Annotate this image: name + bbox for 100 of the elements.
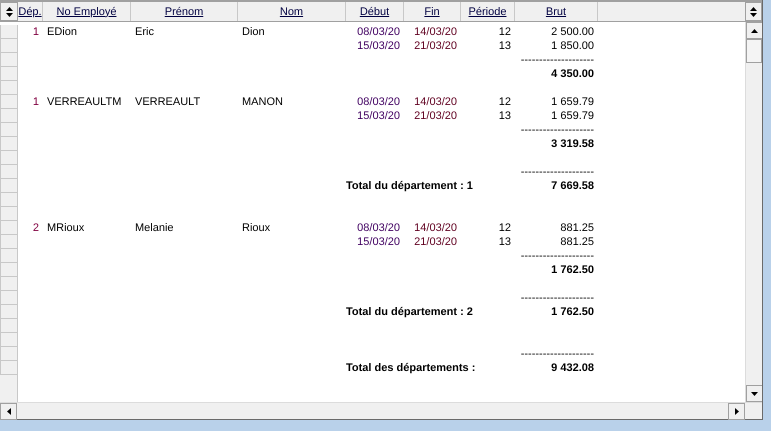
start-date-cell-text: 08/03/20 (356, 26, 401, 38)
horizontal-scrollbar[interactable] (0, 402, 762, 419)
row-header[interactable] (0, 95, 18, 109)
separator-dashes: -------------------- (520, 250, 595, 262)
separator-dashes: -------------------- (520, 292, 595, 304)
row-header[interactable] (0, 347, 18, 361)
row-header[interactable] (0, 319, 18, 333)
period-cell-text: 12 (498, 26, 512, 38)
first-name-cell-text: Eric (134, 26, 155, 38)
column-header[interactable]: Période (461, 2, 515, 21)
row-header[interactable] (0, 193, 18, 207)
up-arrow-icon (750, 6, 757, 10)
separator-dashes: -------------------- (520, 124, 595, 136)
up-arrow-icon (6, 6, 12, 10)
period-cell-text: 12 (498, 222, 512, 234)
gross-cell-text: 2 500.00 (550, 26, 595, 38)
last-name-cell-text: MANON (241, 96, 284, 108)
row-header[interactable] (0, 305, 18, 319)
column-header[interactable]: Nom (238, 2, 346, 21)
end-date-cell-text: 14/03/20 (413, 26, 458, 38)
start-date-cell-text: 15/03/20 (356, 110, 401, 122)
up-arrow-icon (751, 28, 758, 32)
row-header[interactable] (0, 277, 18, 291)
gross-cell-text: 881.25 (559, 236, 595, 248)
row-header[interactable] (0, 249, 18, 263)
column-header[interactable]: Fin (404, 2, 461, 21)
separator-dashes: -------------------- (520, 54, 595, 66)
row-header[interactable] (0, 109, 18, 123)
department-cell-text: 1 (32, 96, 40, 108)
row-header[interactable] (0, 221, 18, 235)
row-header[interactable] (0, 137, 18, 151)
separator-dashes: -------------------- (520, 348, 595, 360)
sort-button[interactable] (745, 2, 762, 21)
department-cell-text: 1 (32, 26, 40, 38)
period-cell-text: 12 (498, 96, 512, 108)
last-name-cell-text: Dion (241, 26, 266, 38)
row-header[interactable] (0, 67, 18, 81)
start-date-cell-text: 15/03/20 (356, 40, 401, 52)
total-label: Total du département : 2 (346, 306, 474, 318)
down-arrow-icon (750, 12, 757, 16)
sort-button[interactable] (0, 2, 18, 21)
gross-cell-text: 881.25 (559, 222, 595, 234)
row-header[interactable] (0, 235, 18, 249)
vertical-scrollbar[interactable] (745, 22, 762, 402)
department-cell-text: 2 (32, 222, 40, 234)
period-cell-text: 13 (498, 40, 512, 52)
scroll-down-button[interactable] (746, 385, 762, 402)
start-date-cell-text: 08/03/20 (356, 96, 401, 108)
employee-no-cell-text: VERREAULTM (46, 96, 122, 108)
period-cell-text: 13 (498, 110, 512, 122)
scroll-left-button[interactable] (0, 403, 17, 420)
total-label: Total des départements : (346, 362, 476, 374)
row-header[interactable] (0, 151, 18, 165)
down-arrow-icon (6, 12, 12, 16)
start-date-cell-text: 08/03/20 (356, 222, 401, 234)
column-header[interactable]: Prénom (131, 2, 238, 21)
row-header[interactable] (0, 123, 18, 137)
row-header[interactable] (0, 207, 18, 221)
column-header[interactable]: Début (346, 2, 404, 21)
employee-no-cell-text: MRioux (46, 222, 86, 234)
column-header[interactable]: No Employé (43, 2, 131, 21)
end-date-cell-text: 21/03/20 (413, 236, 458, 248)
end-date-cell-text: 21/03/20 (413, 110, 458, 122)
row-header[interactable] (0, 333, 18, 347)
end-date-cell-text: 21/03/20 (413, 40, 458, 52)
scroll-right-button[interactable] (728, 403, 745, 420)
total-cell-text: 1 762.50 (550, 306, 595, 318)
scroll-thumb[interactable] (746, 39, 762, 63)
row-header[interactable] (0, 165, 18, 179)
gross-cell-text: 1 659.79 (550, 110, 595, 122)
last-name-cell-text: Rioux (241, 222, 272, 234)
scroll-up-button[interactable] (746, 22, 762, 39)
gross-cell-text: 1 850.00 (550, 40, 595, 52)
total-cell-text: 9 432.08 (550, 362, 595, 374)
row-header[interactable] (0, 39, 18, 53)
separator-dashes: -------------------- (520, 166, 595, 178)
total-label: Total du département : 1 (346, 180, 474, 192)
period-cell-text: 13 (498, 236, 512, 248)
column-header[interactable]: Brut (515, 2, 598, 21)
subtotal-cell-text: 4 350.00 (550, 68, 595, 80)
down-arrow-icon (751, 392, 758, 396)
subtotal-cell-text: 1 762.50 (550, 264, 595, 276)
first-name-cell-text: Melanie (134, 222, 175, 234)
employee-no-cell-text: EDion (46, 26, 78, 38)
subtotal-cell-text: 3 319.58 (550, 138, 595, 150)
row-header[interactable] (0, 291, 18, 305)
row-header[interactable] (0, 361, 18, 375)
first-name-cell-text: VERREAULT (134, 96, 202, 108)
row-header[interactable] (0, 263, 18, 277)
row-header[interactable] (0, 53, 18, 67)
row-header[interactable] (0, 179, 18, 193)
row-header[interactable] (0, 81, 18, 95)
left-arrow-icon (6, 408, 10, 415)
gross-cell-text: 1 659.79 (550, 96, 595, 108)
start-date-cell-text: 15/03/20 (356, 236, 401, 248)
end-date-cell-text: 14/03/20 (413, 96, 458, 108)
column-header[interactable]: Dép. (18, 2, 43, 21)
right-arrow-icon (734, 408, 738, 415)
total-cell-text: 7 669.58 (550, 180, 595, 192)
end-date-cell-text: 14/03/20 (413, 222, 458, 234)
